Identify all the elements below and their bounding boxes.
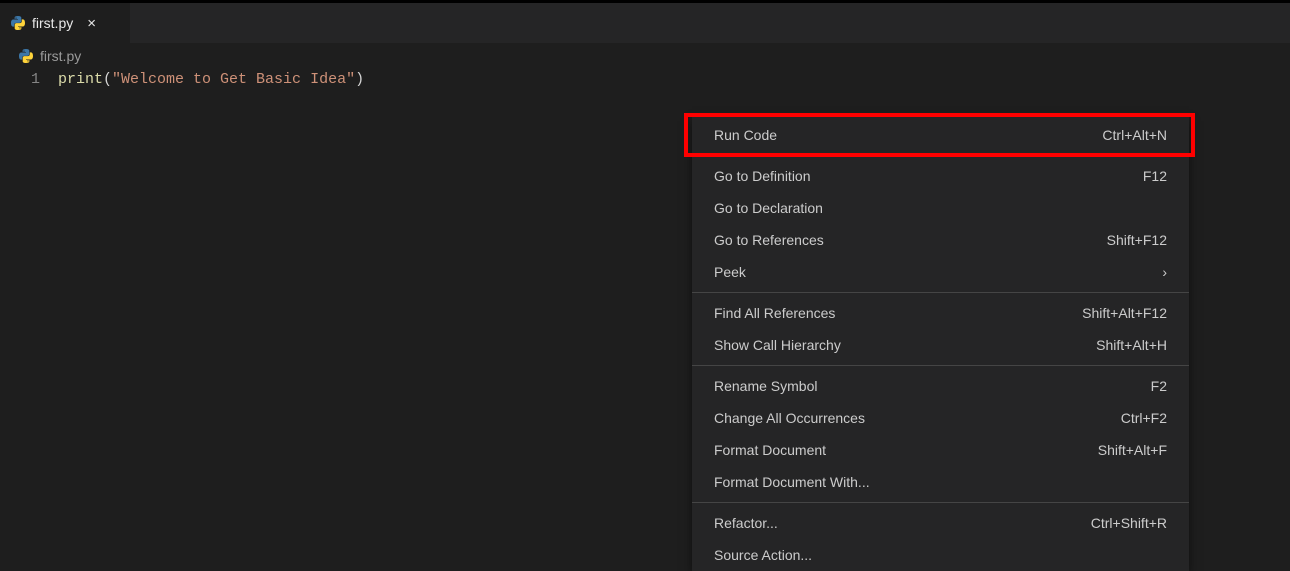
code-editor[interactable]: 1 print("Welcome to Get Basic Idea")	[0, 69, 1290, 88]
menu-item-find-all-references[interactable]: Find All References Shift+Alt+F12	[692, 297, 1189, 329]
menu-item-go-to-references[interactable]: Go to References Shift+F12	[692, 224, 1189, 256]
menu-item-run-code[interactable]: Run Code Ctrl+Alt+N	[692, 119, 1189, 151]
menu-separator	[692, 155, 1189, 156]
menu-shortcut: Ctrl+Shift+R	[1091, 515, 1167, 531]
menu-item-rename-symbol[interactable]: Rename Symbol F2	[692, 370, 1189, 402]
menu-separator	[692, 365, 1189, 366]
python-icon	[10, 15, 26, 31]
menu-separator	[692, 292, 1189, 293]
code-content[interactable]: print("Welcome to Get Basic Idea")	[58, 71, 364, 88]
menu-shortcut: F12	[1143, 168, 1167, 184]
context-menu: Run Code Ctrl+Alt+N Go to Definition F12…	[692, 117, 1189, 571]
menu-shortcut: Ctrl+F2	[1121, 410, 1167, 426]
menu-item-source-action[interactable]: Source Action...	[692, 539, 1189, 571]
menu-label: Show Call Hierarchy	[714, 337, 841, 353]
menu-label: Source Action...	[714, 547, 812, 563]
menu-label: Rename Symbol	[714, 378, 818, 394]
menu-item-refactor[interactable]: Refactor... Ctrl+Shift+R	[692, 507, 1189, 539]
token-string: "Welcome to Get Basic Idea"	[112, 71, 355, 88]
close-icon[interactable]: ×	[87, 16, 96, 31]
menu-item-peek[interactable]: Peek ›	[692, 256, 1189, 288]
menu-shortcut: Shift+Alt+H	[1096, 337, 1167, 353]
menu-label: Change All Occurrences	[714, 410, 865, 426]
menu-label: Refactor...	[714, 515, 778, 531]
menu-item-go-to-declaration[interactable]: Go to Declaration	[692, 192, 1189, 224]
menu-label: Go to Definition	[714, 168, 811, 184]
menu-item-show-call-hierarchy[interactable]: Show Call Hierarchy Shift+Alt+H	[692, 329, 1189, 361]
code-line[interactable]: 1 print("Welcome to Get Basic Idea")	[0, 71, 1290, 88]
menu-item-go-to-definition[interactable]: Go to Definition F12	[692, 160, 1189, 192]
menu-label: Find All References	[714, 305, 835, 321]
breadcrumb[interactable]: first.py	[0, 43, 1290, 69]
tab-bar: first.py ×	[0, 3, 1290, 43]
line-number: 1	[0, 71, 58, 88]
menu-separator	[692, 502, 1189, 503]
python-icon	[18, 48, 34, 64]
tab-filename: first.py	[32, 15, 73, 31]
menu-label: Go to Declaration	[714, 200, 823, 216]
menu-item-format-document-with[interactable]: Format Document With...	[692, 466, 1189, 498]
menu-label: Go to References	[714, 232, 824, 248]
menu-shortcut: Shift+Alt+F12	[1082, 305, 1167, 321]
token-paren-open: (	[103, 71, 112, 88]
token-paren-close: )	[355, 71, 364, 88]
menu-label: Run Code	[714, 127, 777, 143]
breadcrumb-filename: first.py	[40, 48, 81, 64]
menu-item-format-document[interactable]: Format Document Shift+Alt+F	[692, 434, 1189, 466]
token-function: print	[58, 71, 103, 88]
chevron-right-icon: ›	[1162, 264, 1167, 280]
menu-item-change-all-occurrences[interactable]: Change All Occurrences Ctrl+F2	[692, 402, 1189, 434]
menu-shortcut: Shift+Alt+F	[1098, 442, 1167, 458]
editor-tab[interactable]: first.py ×	[0, 3, 130, 43]
menu-label: Peek	[714, 264, 746, 280]
menu-shortcut: Shift+F12	[1107, 232, 1167, 248]
menu-label: Format Document With...	[714, 474, 870, 490]
menu-shortcut: Ctrl+Alt+N	[1102, 127, 1167, 143]
menu-label: Format Document	[714, 442, 826, 458]
menu-shortcut: F2	[1151, 378, 1167, 394]
